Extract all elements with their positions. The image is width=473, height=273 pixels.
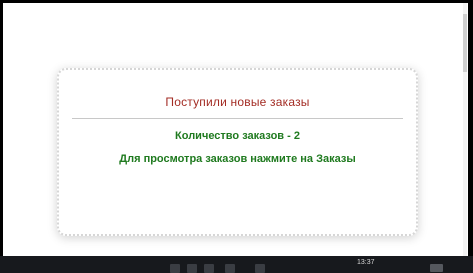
app-icon[interactable] [187, 264, 197, 273]
notification-title: Поступили новые заказы [165, 95, 310, 109]
orders-count-text: Количество заказов - 2 [175, 130, 300, 142]
tray-icon[interactable] [430, 264, 443, 272]
app-icon[interactable] [170, 264, 180, 273]
app-icon[interactable] [255, 264, 265, 273]
app-window: Поступили новые заказы Количество заказо… [3, 3, 468, 256]
divider [72, 118, 403, 119]
app-icon[interactable] [225, 264, 235, 273]
orders-hint-text: Для просмотра заказов нажмите на Заказы [119, 153, 356, 165]
screen: Поступили новые заказы Количество заказо… [0, 0, 473, 273]
taskbar-clock[interactable]: 13:37 [357, 259, 375, 266]
scrollbar-thumb[interactable] [463, 14, 467, 72]
taskbar: 13:37 [0, 256, 473, 273]
new-orders-notification[interactable]: Поступили новые заказы Количество заказо… [57, 68, 418, 236]
app-icon[interactable] [204, 264, 214, 273]
